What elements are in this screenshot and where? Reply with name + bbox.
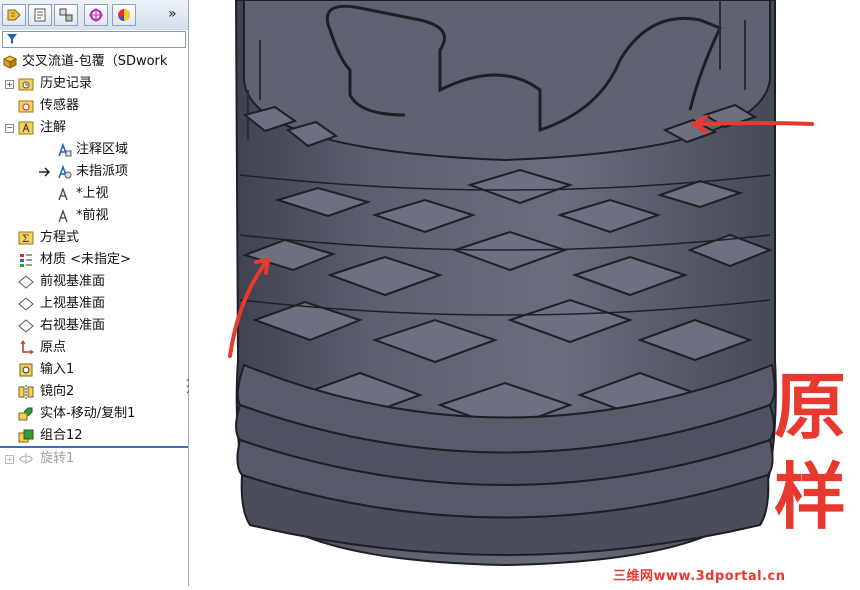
svg-text:Σ: Σ bbox=[22, 234, 29, 245]
tree-item-import1[interactable]: 输入1 bbox=[0, 359, 188, 381]
expand-toggle[interactable]: + bbox=[5, 80, 14, 89]
front-view-icon bbox=[58, 209, 68, 223]
tree-item-label: 材质 <未指定> bbox=[40, 252, 131, 267]
tree-item-origin[interactable]: 原点 bbox=[0, 337, 188, 359]
tree-item-label: 方程式 bbox=[40, 230, 80, 245]
unassigned-items-icon bbox=[58, 164, 72, 179]
tree-item-label: 注解 bbox=[40, 120, 67, 135]
annotation-handwriting: 原 样 bbox=[774, 362, 846, 542]
plane-icon bbox=[18, 297, 34, 311]
tree-item-top-plane[interactable]: 上视基准面 bbox=[0, 293, 188, 315]
tree-item-label: 组合12 bbox=[40, 428, 83, 443]
tree-item-label: 输入1 bbox=[40, 362, 75, 377]
top-view-icon bbox=[58, 187, 68, 201]
combine-icon bbox=[18, 429, 34, 443]
configuration-manager-tab[interactable] bbox=[54, 4, 78, 26]
tree-item-label: 右视基准面 bbox=[40, 318, 106, 333]
note-area-icon bbox=[58, 142, 72, 157]
plane-icon bbox=[18, 319, 34, 333]
collapse-toggle[interactable]: − bbox=[5, 124, 14, 133]
tree-item-label: 前视基准面 bbox=[40, 274, 106, 289]
tree-root-part[interactable]: 交叉流道-包覆（SDwork bbox=[0, 51, 188, 73]
tree-item-equations[interactable]: Σ 方程式 bbox=[0, 227, 188, 249]
import-icon bbox=[19, 363, 33, 377]
feature-manager-panel: » 交叉流道-包覆（SDwork + 历史记录 传感器 − 注解 注释区域 未指… bbox=[0, 0, 189, 586]
funnel-icon bbox=[7, 34, 17, 44]
feature-tree-icon bbox=[7, 9, 21, 21]
tree-item-label: 上视基准面 bbox=[40, 296, 106, 311]
model-view bbox=[228, 0, 814, 567]
tree-item-top-view[interactable]: *上视 bbox=[0, 183, 188, 205]
part-name: 交叉流道-包覆（SDwork bbox=[22, 54, 168, 69]
active-arrow-icon bbox=[39, 167, 51, 177]
display-manager-icon bbox=[118, 9, 130, 21]
configuration-manager-icon bbox=[59, 8, 73, 22]
tree-item-revolve1[interactable]: + 旋转1 bbox=[0, 448, 188, 470]
tire-model bbox=[234, 0, 777, 567]
more-tabs-icon[interactable]: » bbox=[168, 6, 177, 22]
tree-item-label: *前视 bbox=[76, 208, 109, 223]
property-manager-tab[interactable] bbox=[28, 4, 52, 26]
manager-tab-bar: » bbox=[0, 0, 188, 31]
watermark-text: 三维网www.3dportal.cn bbox=[613, 569, 786, 584]
move-copy-icon bbox=[18, 407, 33, 421]
tree-item-label: 注释区域 bbox=[76, 142, 129, 157]
tree-item-label: 原点 bbox=[40, 340, 67, 355]
tree-item-mirror2[interactable]: 镜向2 bbox=[0, 381, 188, 403]
feature-manager-tab[interactable] bbox=[2, 4, 26, 26]
annotation-text-1: 原 bbox=[774, 364, 847, 449]
tree-item-sensors[interactable]: 传感器 bbox=[0, 95, 188, 117]
dimxpert-manager-tab[interactable] bbox=[84, 4, 108, 26]
tree-item-label: 旋转1 bbox=[40, 451, 75, 466]
expand-toggle[interactable]: + bbox=[5, 455, 14, 464]
tree-item-unassigned[interactable]: 未指派项 bbox=[0, 161, 188, 183]
tree-item-front-plane[interactable]: 前视基准面 bbox=[0, 271, 188, 293]
tree-item-label: 实体-移动/复制1 bbox=[40, 406, 136, 421]
material-icon bbox=[20, 254, 32, 267]
tree-item-annotations[interactable]: − 注解 bbox=[0, 117, 188, 139]
sensor-folder-icon bbox=[18, 100, 34, 113]
display-manager-tab[interactable] bbox=[112, 4, 136, 26]
graphics-viewport[interactable]: 原 样 bbox=[189, 0, 860, 586]
tree-item-history[interactable]: + 历史记录 bbox=[0, 73, 188, 95]
filter-input[interactable] bbox=[2, 31, 186, 48]
equations-icon: Σ bbox=[18, 231, 34, 245]
tree-item-move-copy1[interactable]: 实体-移动/复制1 bbox=[0, 403, 188, 425]
origin-icon bbox=[20, 340, 34, 355]
filter-bar bbox=[0, 30, 188, 49]
tree-item-note-area[interactable]: 注释区域 bbox=[0, 139, 188, 161]
tree-item-label: 传感器 bbox=[40, 98, 80, 113]
tree-item-label: 镜向2 bbox=[40, 384, 75, 399]
tree-item-label: *上视 bbox=[76, 186, 109, 201]
tree-item-label: 历史记录 bbox=[40, 76, 93, 91]
property-manager-icon bbox=[34, 8, 46, 22]
plane-icon bbox=[18, 275, 34, 289]
dimxpert-icon bbox=[89, 8, 103, 22]
annotation-text-2: 样 bbox=[774, 454, 847, 539]
part-icon bbox=[2, 55, 18, 69]
tree-item-label: 未指派项 bbox=[76, 164, 129, 179]
tree-item-combine12[interactable]: 组合12 bbox=[0, 425, 188, 447]
history-folder-icon bbox=[18, 78, 34, 91]
tree-item-material[interactable]: 材质 <未指定> bbox=[0, 249, 188, 271]
tree-item-front-view[interactable]: *前视 bbox=[0, 205, 188, 227]
tree-item-right-plane[interactable]: 右视基准面 bbox=[0, 315, 188, 337]
arrow-right-annotation bbox=[698, 121, 814, 126]
mirror-icon bbox=[18, 385, 34, 399]
annotations-icon bbox=[18, 121, 34, 135]
revolve-icon bbox=[19, 453, 33, 465]
